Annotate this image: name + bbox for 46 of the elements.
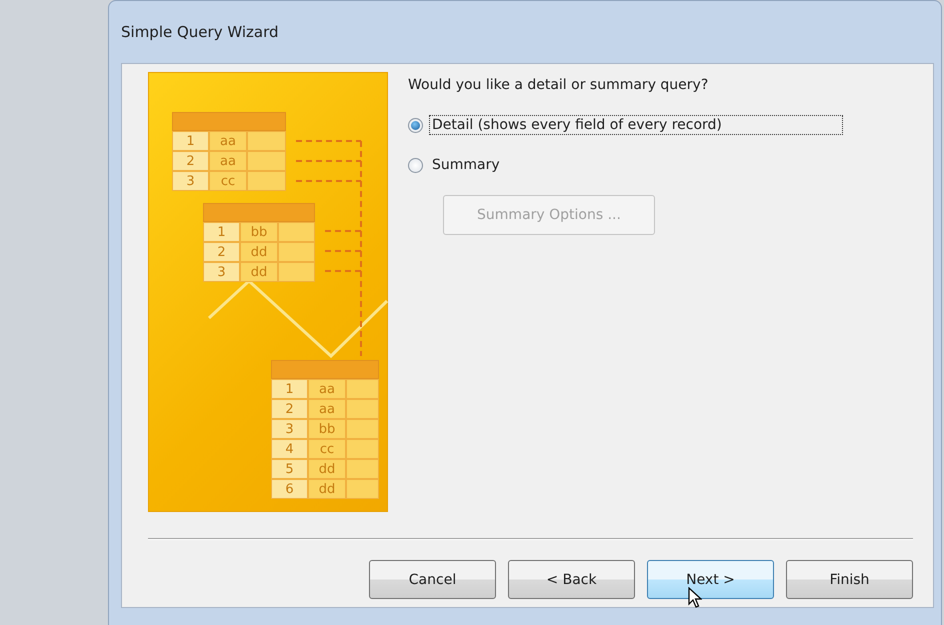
table-cell	[346, 399, 379, 419]
wizard-button[interactable]: < Back	[508, 560, 635, 599]
table-cell: 3	[271, 419, 308, 439]
table-cell	[278, 262, 315, 282]
table-cell: aa	[308, 379, 346, 399]
window-title: Simple Query Wizard	[121, 22, 280, 43]
table-cell: dd	[240, 242, 278, 262]
table-cell: aa	[308, 399, 346, 419]
table-cell: 2	[172, 151, 209, 171]
table-cell: 3	[172, 171, 209, 191]
table-cell: 4	[271, 439, 308, 459]
option-label[interactable]: Summary	[429, 155, 503, 175]
table-cell: 6	[271, 479, 308, 499]
table-cell: 1	[271, 379, 308, 399]
table-cell: cc	[209, 171, 247, 191]
table-cell	[278, 242, 315, 262]
table-cell: 3	[203, 262, 240, 282]
table-cell: dd	[308, 459, 346, 479]
wizard-button[interactable]: Cancel	[369, 560, 496, 599]
table-cell: 1	[172, 131, 209, 151]
table-cell: bb	[240, 222, 278, 242]
table-cell: aa	[209, 131, 247, 151]
table-cell: dd	[240, 262, 278, 282]
table-cell	[346, 379, 379, 399]
table-cell: bb	[308, 419, 346, 439]
option-label[interactable]: Detail (shows every field of every record)	[429, 115, 843, 135]
table-cell: 2	[271, 399, 308, 419]
table-cell	[247, 131, 286, 151]
table-cell	[247, 171, 286, 191]
table-cell: 5	[271, 459, 308, 479]
table-cell	[346, 459, 379, 479]
question-text: Would you like a detail or summary query?	[408, 77, 710, 93]
table-cell: 2	[203, 242, 240, 262]
table-cell	[346, 419, 379, 439]
table-cell	[247, 151, 286, 171]
table-cell	[278, 222, 315, 242]
radio-button[interactable]	[408, 158, 423, 172]
wizard-button[interactable]: Finish	[786, 560, 913, 599]
table-cell: cc	[308, 439, 346, 459]
cursor-icon	[688, 587, 702, 608]
table-cell: aa	[209, 151, 247, 171]
table-cell: dd	[308, 479, 346, 499]
table-cell	[346, 439, 379, 459]
radio-button[interactable]	[408, 118, 423, 132]
table-cell	[346, 479, 379, 499]
table-cell: 1	[203, 222, 240, 242]
